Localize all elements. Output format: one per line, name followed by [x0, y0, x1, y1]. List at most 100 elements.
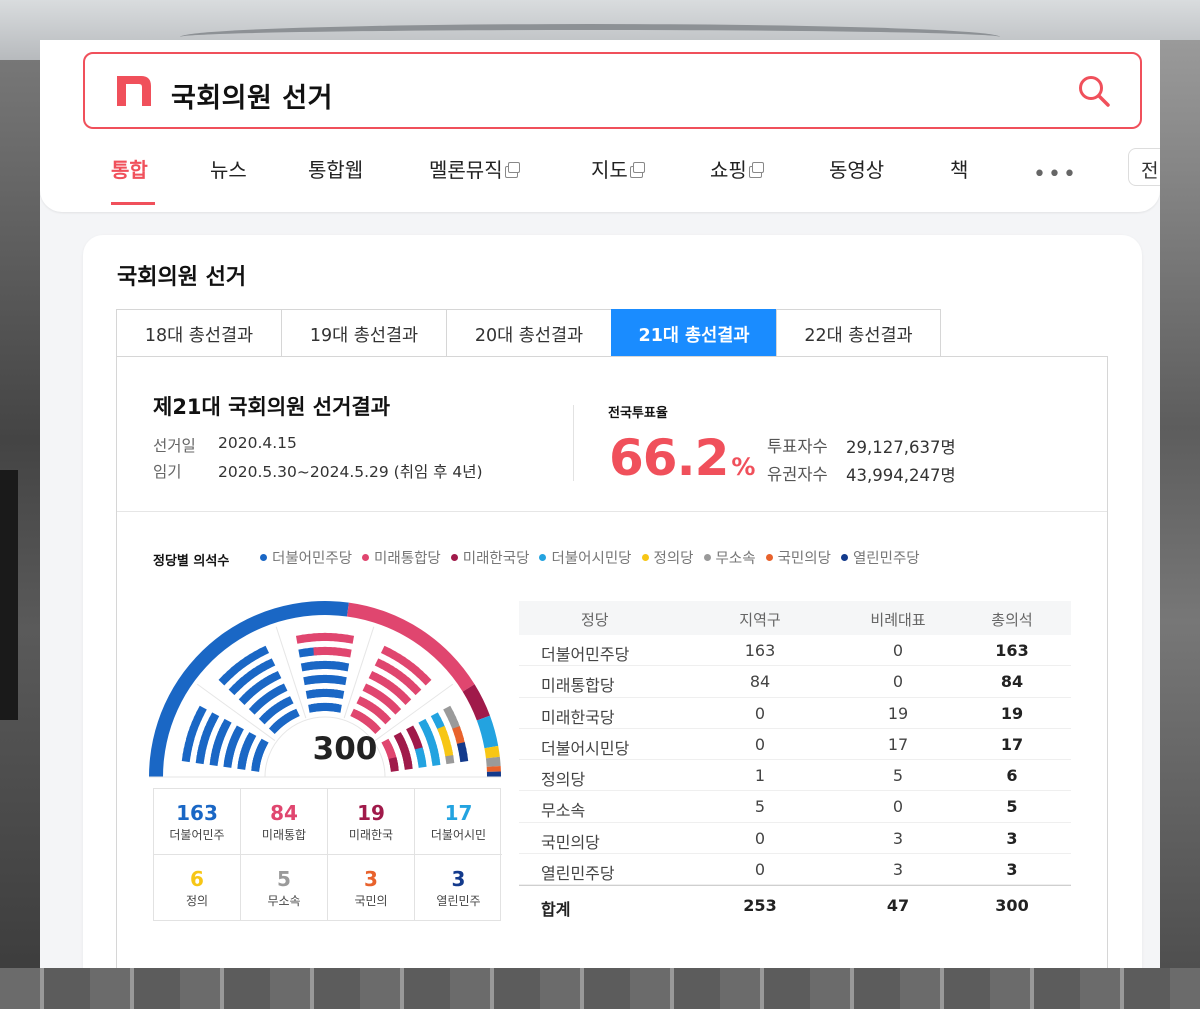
table-total-row: 합계 253 47 300 [519, 885, 1071, 925]
voters-count: 29,127,637명 [846, 438, 956, 457]
tab-map[interactable]: 지도 [591, 154, 645, 183]
seat-block [445, 755, 455, 765]
pr-seats: 3 [892, 860, 904, 880]
pr-seats: 5 [892, 766, 904, 786]
seat-block [334, 689, 345, 699]
party-name: 무소속 [541, 801, 586, 821]
tab-19th-election[interactable]: 19대 총선결과 [281, 309, 446, 357]
search-icon[interactable] [1077, 74, 1111, 108]
search-result-panel: 국회의원 선거 통합 뉴스 통합웹 멜론뮤직 지도 쇼핑 동영상 책 ••• 전… [40, 40, 1160, 968]
tab-books[interactable]: 책 [950, 154, 968, 183]
party-name: 미래한국당 [541, 707, 615, 727]
legend-item: 더불어시민당 [539, 547, 632, 568]
search-input[interactable]: 국회의원 선거 [171, 76, 333, 115]
legend-item: 미래통합당 [362, 547, 441, 568]
tab-integrated[interactable]: 통합 [111, 154, 148, 183]
party-arc-segment [346, 602, 475, 692]
tab-news[interactable]: 뉴스 [210, 154, 247, 183]
total-seats-cell: 19 [1000, 703, 1024, 723]
total-label: 합계 [541, 900, 571, 920]
search-box[interactable]: 국회의원 선거 [83, 52, 1142, 129]
party-name: 더불어시민당 [541, 738, 630, 758]
external-link-icon [748, 162, 764, 178]
party-short-name: 국민의 [354, 894, 388, 908]
pr-seats: 19 [887, 703, 909, 723]
legend-dot-icon [362, 554, 370, 561]
table-body: 더불어민주당 163 0 163 미래통합당 84 0 84 미래한국당 0 19 19 더불어시민당 0… [519, 635, 1071, 886]
party-name: 정의당 [541, 770, 586, 790]
tab-shopping[interactable]: 쇼핑 [710, 154, 764, 183]
legend-dot-icon [840, 554, 848, 561]
party-seat-box[interactable]: 84 미래통합 [241, 789, 328, 855]
tab-20th-election[interactable]: 20대 총선결과 [446, 309, 611, 357]
summary-divider [573, 405, 574, 481]
legend-label: 미래통합당 [374, 551, 441, 567]
legend-dot-icon [539, 554, 547, 561]
party-seat-count: 3 [364, 867, 378, 891]
party-arc-segment [476, 715, 499, 749]
legend-dot-icon [765, 554, 773, 561]
party-seat-box[interactable]: 17 더불어시민 [415, 789, 502, 855]
district-seats: 0 [754, 703, 766, 723]
party-seat-box[interactable]: 5 무소속 [241, 855, 328, 921]
tab-web[interactable]: 통합웹 [308, 154, 363, 183]
total-all: 300 [995, 896, 1029, 916]
more-icon[interactable]: ••• [1033, 164, 1078, 186]
legend-label: 국민의당 [777, 551, 831, 567]
party-name: 열린민주당 [541, 864, 615, 884]
seat-block [332, 703, 342, 713]
legend-dot-icon [641, 554, 649, 561]
logo-icon[interactable] [115, 72, 153, 108]
pr-seats: 3 [892, 828, 904, 848]
party-seat-count: 6 [190, 867, 204, 891]
total-pr: 47 [886, 896, 910, 916]
legend-label: 더불어민주당 [272, 551, 353, 567]
party-seat-box[interactable]: 3 국민의 [328, 855, 415, 921]
header-total: 총의석 [991, 611, 1033, 629]
table-row: 더불어민주당 163 0 163 [519, 635, 1071, 667]
table-row: 미래한국당 0 19 19 [519, 698, 1071, 729]
party-short-name: 미래한국 [348, 828, 394, 842]
table-row: 미래통합당 84 0 84 [519, 666, 1071, 698]
total-seats-cell: 3 [1006, 828, 1018, 848]
table-row: 국민의당 0 3 3 [519, 823, 1071, 855]
total-seats: 300 [312, 731, 378, 767]
tab-21st-election[interactable]: 21대 총선결과 [611, 309, 776, 357]
party-short-name: 미래통합 [261, 828, 307, 842]
election-result-content: 제21대 국회의원 선거결과 선거일 2020.4.15 임기 2020.5.3… [116, 356, 1108, 968]
legend-item: 열린민주당 [840, 547, 920, 568]
tab-video[interactable]: 동영상 [829, 154, 884, 183]
party-seat-box[interactable]: 19 미래한국 [328, 789, 415, 855]
total-district: 253 [743, 896, 777, 916]
party-arc-segment [462, 684, 490, 721]
tab-melon-music[interactable]: 멜론뮤직 [429, 154, 520, 183]
legend-dot-icon [260, 554, 267, 561]
external-link-icon [629, 162, 645, 178]
party-seat-count: 163 [176, 801, 218, 825]
legend-dot-icon [703, 554, 711, 561]
party-short-name: 열린민주 [436, 894, 481, 908]
table-row: 무소속 5 0 5 [519, 791, 1071, 823]
voters-label: 투표자수 [767, 437, 828, 456]
seat-block [342, 648, 352, 658]
seat-block [459, 753, 469, 763]
election-card: 국회의원 선거 18대 총선결과 19대 총선결과 20대 총선결과 21대 총… [83, 235, 1142, 968]
party-seat-box[interactable]: 163 더불어민주 [154, 789, 241, 855]
all-services-button[interactable]: 전 [1128, 148, 1160, 186]
tab-22nd-election[interactable]: 22대 총선결과 [776, 309, 941, 357]
party-seat-box[interactable]: 3 열린민주 [415, 855, 502, 921]
electors-label: 유권자수 [767, 465, 828, 484]
external-link-icon [504, 162, 520, 178]
tab-label: 지도 [591, 158, 628, 182]
legend-item: 국민의당 [765, 547, 831, 568]
seats-legend-title: 정당별 의석수 [153, 554, 230, 569]
search-header: 국회의원 선거 통합 뉴스 통합웹 멜론뮤직 지도 쇼핑 동영상 책 ••• 전 [40, 40, 1160, 212]
background-right-wall [1160, 40, 1200, 1009]
party-arc-segment [486, 765, 501, 772]
party-seat-box[interactable]: 6 정의 [154, 855, 241, 921]
district-seats: 0 [754, 828, 766, 848]
header-party: 정당 [581, 611, 609, 629]
tab-18th-election[interactable]: 18대 총선결과 [116, 309, 281, 357]
party-seat-count: 19 [357, 801, 385, 825]
total-seats-cell: 84 [1000, 672, 1024, 692]
